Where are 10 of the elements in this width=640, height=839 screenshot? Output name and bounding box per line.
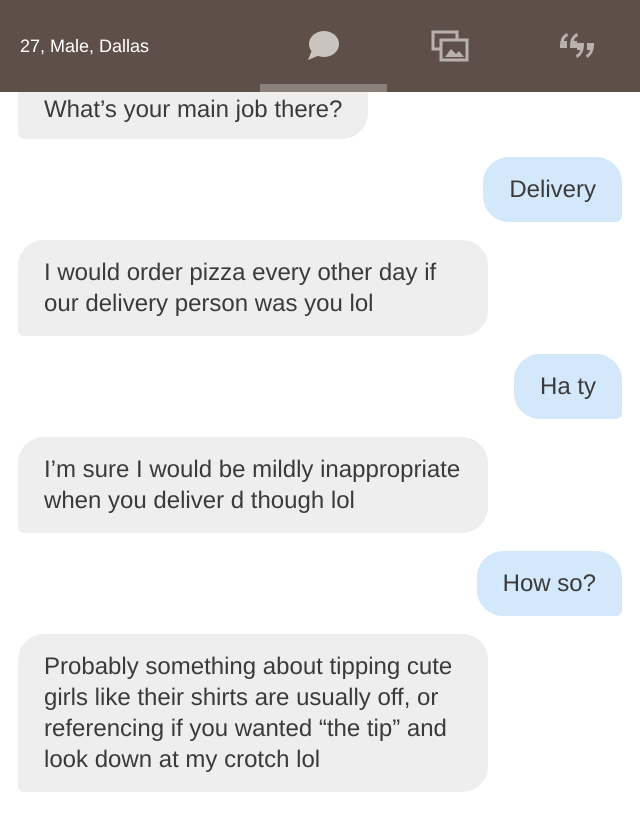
profile-title: 27, Male, Dallas [20,34,150,58]
received-message-bubble: I’m sure I would be mildly inappropriate when you deliver d though lol [18,437,488,533]
received-message-bubble: What’s your main job there? [18,92,368,139]
sent-message-bubble: How so? [476,551,622,616]
sent-message-bubble: Delivery [483,157,622,222]
received-message-bubble: Probably something about tipping cute girls like their shirts are usually off, or referencing if you wanted “the tip” and look down at my crotch lol [18,634,488,792]
received-message-bubble: I would order pizza every other day if our delivery person was you lol [18,240,488,336]
sent-message-bubble: Ha ty [514,354,622,419]
gallery-icon [431,30,469,62]
chat-bubble-icon [306,30,340,62]
